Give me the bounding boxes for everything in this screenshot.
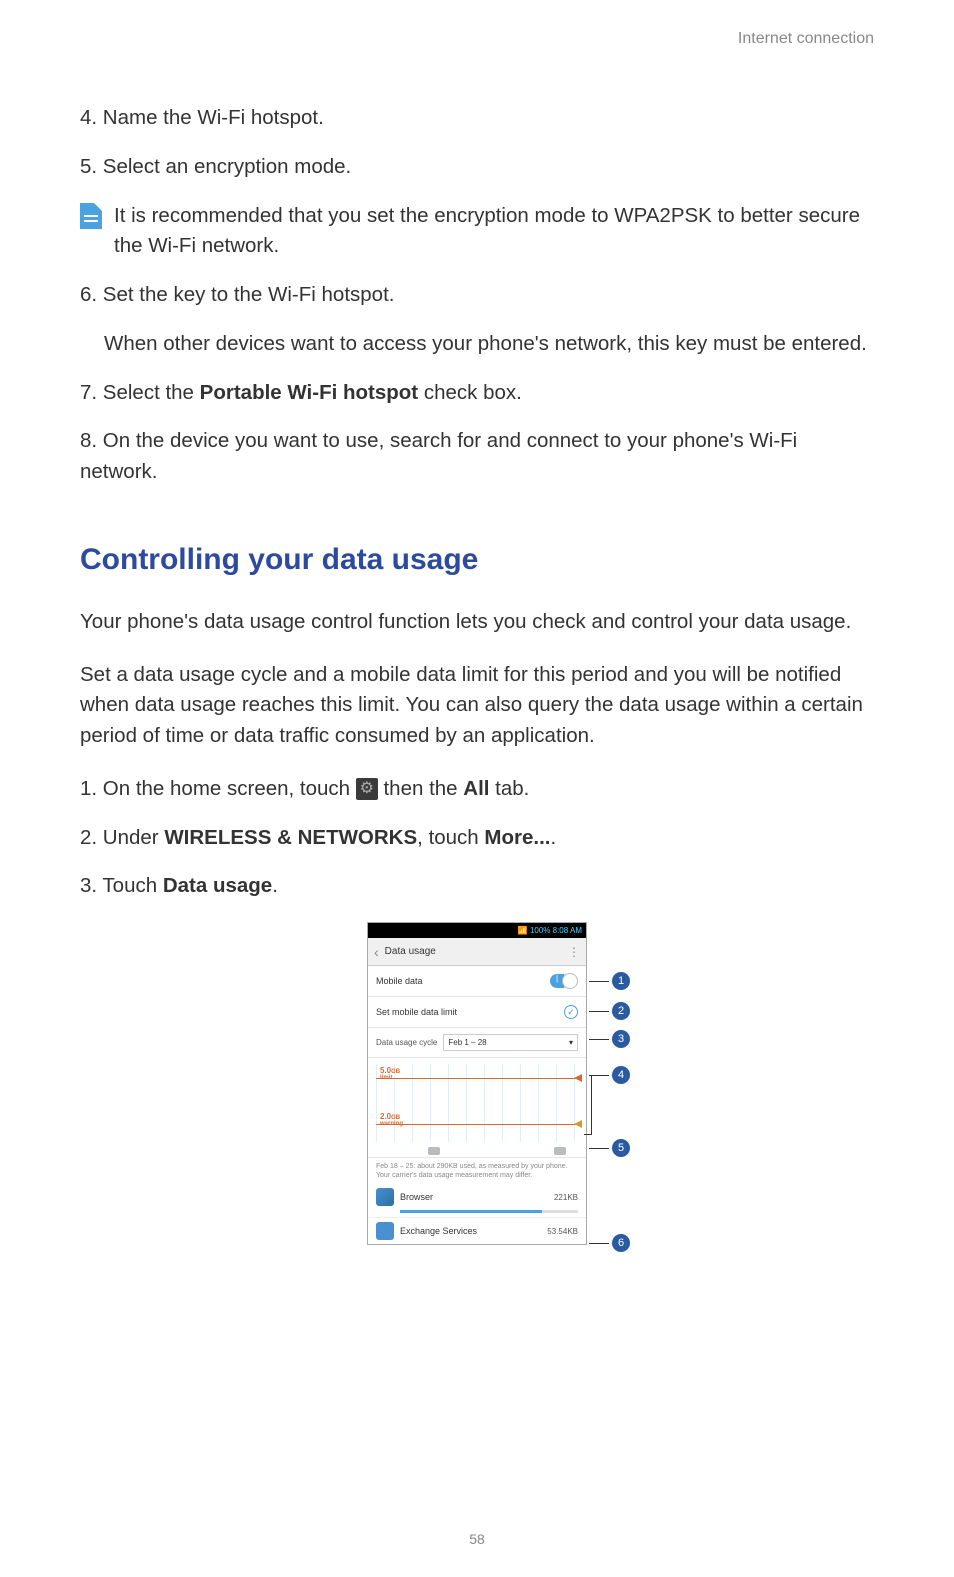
limit-bar[interactable] [376, 1078, 578, 1079]
limit-handle[interactable] [574, 1074, 582, 1082]
note-text: It is recommended that you set the encry… [114, 201, 874, 263]
callout-4: 4 [589, 1066, 630, 1084]
set-limit-label: Set mobile data limit [376, 1007, 457, 1017]
step2-1: 1. On the home screen, touch then the Al… [80, 774, 874, 805]
slider-thumb-right[interactable] [554, 1147, 566, 1155]
s23-pre: 3. Touch [80, 874, 163, 897]
callout-3: 3 [589, 1030, 630, 1048]
browser-icon [376, 1188, 394, 1206]
mobile-data-row[interactable]: Mobile data [368, 966, 586, 997]
s22-mid: , touch [417, 826, 484, 849]
app1-name: Browser [400, 1192, 548, 1202]
s22-pre: 2. Under [80, 826, 164, 849]
range-slider[interactable] [428, 1147, 566, 1155]
page-number: 58 [469, 1531, 485, 1547]
warn-handle[interactable] [574, 1120, 582, 1128]
app1-size: 221KB [554, 1193, 578, 1202]
para-1: Your phone's data usage control function… [80, 607, 874, 638]
app1-progress [400, 1210, 578, 1213]
callout-2: 2 [589, 1002, 630, 1020]
cycle-label: Data usage cycle [376, 1038, 437, 1047]
app2-name: Exchange Services [400, 1226, 541, 1236]
s22-bold1: WIRELESS & NETWORKS [164, 826, 417, 849]
usage-note: Feb 18 – 25: about 290KB used, as measur… [368, 1158, 586, 1184]
para-2: Set a data usage cycle and a mobile data… [80, 660, 874, 752]
app-bar: ‹ Data usage ⋮ [368, 938, 586, 966]
app2-size: 53.54KB [547, 1227, 578, 1236]
step7-post: check box. [418, 381, 522, 404]
menu-icon[interactable]: ⋮ [568, 945, 580, 959]
slider-thumb-left[interactable] [428, 1147, 440, 1155]
s21-bold: All [463, 777, 489, 800]
chart-grid: 5.0GB limit 2.0GB warning [376, 1064, 578, 1142]
s23-post: . [272, 874, 278, 897]
back-icon[interactable]: ‹ [374, 944, 379, 960]
callout-1: 1 [589, 972, 630, 990]
set-limit-check[interactable]: ✓ [564, 1005, 578, 1019]
app-row-browser[interactable]: Browser 221KB [368, 1184, 586, 1210]
chevron-down-icon: ▾ [569, 1038, 573, 1047]
exchange-icon [376, 1222, 394, 1240]
note-row: It is recommended that you set the encry… [80, 201, 874, 263]
step-5: 5. Select an encryption mode. [80, 152, 874, 183]
s21-mid: then the [378, 777, 463, 800]
cycle-dropdown[interactable]: Feb 1 – 28 ▾ [443, 1034, 578, 1051]
section-title: Controlling your data usage [80, 543, 874, 577]
status-time: 100% 8:08 AM [530, 926, 582, 935]
set-limit-row[interactable]: Set mobile data limit ✓ [368, 997, 586, 1028]
status-bar: 📶 100% 8:08 AM [368, 923, 586, 938]
app-row-exchange[interactable]: Exchange Services 53.54KB [368, 1217, 586, 1244]
cycle-row: Data usage cycle Feb 1 – 28 ▾ [368, 1028, 586, 1058]
mobile-data-label: Mobile data [376, 976, 423, 986]
step-4: 4. Name the Wi-Fi hotspot. [80, 103, 874, 134]
header-label: Internet connection [80, 30, 874, 48]
warn-bar[interactable] [376, 1124, 578, 1125]
screen-title: Data usage [385, 946, 436, 957]
note-icon [80, 203, 102, 229]
step-7: 7. Select the Portable Wi-Fi hotspot che… [80, 378, 874, 409]
step-6b: When other devices want to access your p… [80, 329, 874, 360]
step-8: 8. On the device you want to use, search… [80, 426, 874, 488]
step-6: 6. Set the key to the Wi-Fi hotspot. [80, 280, 874, 311]
screenshot-container: 📶 100% 8:08 AM ‹ Data usage ⋮ Mobile dat… [80, 922, 874, 1245]
s22-post: . [551, 826, 557, 849]
settings-icon [356, 778, 378, 800]
s21-pre: 1. On the home screen, touch [80, 777, 356, 800]
s22-bold2: More... [484, 826, 550, 849]
step2-2: 2. Under WIRELESS & NETWORKS, touch More… [80, 823, 874, 854]
callout-6: 6 [589, 1234, 630, 1252]
step7-bold: Portable Wi-Fi hotspot [200, 381, 418, 404]
chart-area: 5.0GB limit 2.0GB warning [368, 1058, 586, 1158]
callout-4-line [584, 1075, 592, 1135]
step2-3: 3. Touch Data usage. [80, 871, 874, 902]
s21-post: tab. [489, 777, 529, 800]
step7-pre: 7. Select the [80, 381, 200, 404]
cycle-value: Feb 1 – 28 [448, 1038, 486, 1047]
s23-bold: Data usage [163, 874, 272, 897]
phone-frame: 📶 100% 8:08 AM ‹ Data usage ⋮ Mobile dat… [367, 922, 587, 1245]
mobile-data-toggle[interactable] [550, 974, 578, 988]
callout-5: 5 [589, 1139, 630, 1157]
